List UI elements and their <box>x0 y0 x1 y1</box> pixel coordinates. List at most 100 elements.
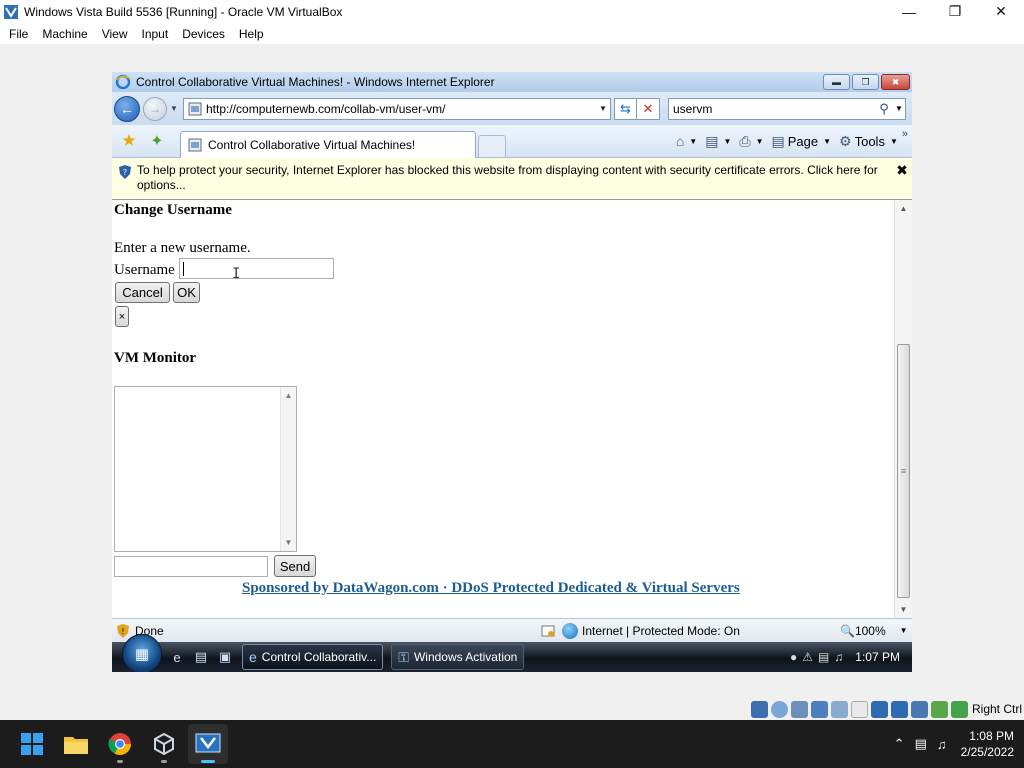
search-input[interactable]: uservm <box>669 102 875 116</box>
send-button[interactable]: Send <box>274 555 316 577</box>
guest-system-tray: ● ⚠ ▤ ♫ 1:07 PM <box>782 644 912 670</box>
ibeam-cursor-icon: I <box>232 266 241 282</box>
chevron-up-icon[interactable]: ⌃ <box>894 736 905 752</box>
scroll-up-icon[interactable]: ▲ <box>895 200 912 217</box>
cancel-button[interactable]: Cancel <box>115 282 170 303</box>
mouse-integration-icon[interactable] <box>930 700 948 718</box>
show-desktop-icon[interactable]: ▤ <box>192 648 210 666</box>
taskbar-button-activation[interactable]: ⚿ Windows Activation <box>391 644 525 670</box>
hard-disk-icon[interactable] <box>750 700 768 718</box>
keyboard-icon[interactable] <box>950 700 968 718</box>
tools-menu-button[interactable]: ⚙ Tools ▼ <box>839 133 898 150</box>
print-button[interactable]: ⎙ ▼ <box>739 133 763 150</box>
virtualization-icon[interactable] <box>910 700 928 718</box>
menu-help[interactable]: Help <box>232 27 271 41</box>
close-button[interactable]: ✕ <box>978 0 1024 23</box>
zoom-control[interactable]: 🔍 100% ▼ <box>840 624 908 638</box>
security-alert-icon[interactable]: ⚠ <box>802 650 813 664</box>
monitor-scrollbar[interactable]: ▲ ▼ <box>280 387 296 551</box>
restore-button[interactable]: ❐ <box>932 0 978 23</box>
audio-icon[interactable] <box>790 700 808 718</box>
chevron-right-icon[interactable]: » <box>902 128 908 140</box>
switch-windows-icon[interactable]: ▣ <box>216 648 234 666</box>
menu-input[interactable]: Input <box>135 27 176 41</box>
search-options-icon[interactable]: ▼ <box>893 104 905 113</box>
video-capture-icon[interactable] <box>890 700 908 718</box>
address-dropdown-icon[interactable]: ▼ <box>596 104 610 113</box>
optical-drive-icon[interactable] <box>770 700 788 718</box>
scroll-up-icon[interactable]: ▲ <box>281 387 296 404</box>
tab-current[interactable]: Control Collaborative Virtual Machines! <box>180 130 476 158</box>
ie-maximize-button[interactable]: ❐ <box>852 74 879 90</box>
svg-text:?: ? <box>123 168 127 177</box>
running-indicator <box>161 760 167 763</box>
display-icon[interactable] <box>870 700 888 718</box>
page-scrollbar[interactable]: ▲ ≡ ▼ <box>894 200 912 618</box>
host-window-title: Windows Vista Build 5536 [Running] - Ora… <box>24 4 343 19</box>
minimize-button[interactable]: — <box>886 0 932 23</box>
ok-button[interactable]: OK <box>173 282 200 303</box>
host-clock[interactable]: 1:08 PM 2/25/2022 <box>961 728 1014 760</box>
vm-monitor-textarea[interactable]: ▲ ▼ <box>114 386 297 552</box>
refresh-button[interactable]: ⇆ <box>614 97 637 120</box>
search-box[interactable]: uservm ⚲ ▼ <box>668 97 906 120</box>
host-system-tray: ⌃ ▤ ♫ 1:08 PM 2/25/2022 <box>884 728 1014 760</box>
chrome-icon <box>108 733 131 755</box>
forward-button[interactable]: → <box>143 96 167 121</box>
network-adapter-icon[interactable] <box>810 700 828 718</box>
virtualbox-vm-button[interactable] <box>188 724 228 764</box>
taskbar-button-ie[interactable]: e Control Collaborativ... <box>242 644 384 670</box>
home-button[interactable]: ⌂ ▼ <box>676 133 697 149</box>
virtualbox-manager-button[interactable] <box>144 724 184 764</box>
security-zone-text[interactable]: Internet | Protected Mode: On <box>582 624 840 638</box>
start-button[interactable] <box>12 724 52 764</box>
ie-close-button[interactable]: ✖ <box>881 74 910 90</box>
guest-screen[interactable]: Control Collaborative Virtual Machines! … <box>112 72 912 672</box>
address-input[interactable]: http://computernewb.com/collab-vm/user-v… <box>206 102 596 116</box>
menu-view[interactable]: View <box>95 27 135 41</box>
network-icon[interactable]: ▤ <box>818 650 829 664</box>
page-menu-button[interactable]: ▤ Page ▼ <box>772 133 832 150</box>
host-titlebar: Windows Vista Build 5536 [Running] - Ora… <box>0 0 1024 23</box>
favorites-center-icon[interactable]: ★ <box>118 131 140 151</box>
guest-clock[interactable]: 1:07 PM <box>855 650 900 664</box>
menu-devices[interactable]: Devices <box>175 27 232 41</box>
address-bar[interactable]: http://computernewb.com/collab-vm/user-v… <box>183 97 611 120</box>
host-key-label[interactable]: Right Ctrl <box>972 702 1022 716</box>
volume-icon[interactable]: ♫ <box>834 650 843 664</box>
scroll-thumb[interactable]: ≡ <box>897 344 910 598</box>
volume-icon[interactable]: ♫ <box>937 737 947 752</box>
sponsor-link[interactable]: Sponsored by DataWagon.com · DDoS Protec… <box>242 580 740 597</box>
add-favorites-icon[interactable]: ✦ <box>146 131 168 151</box>
feeds-button[interactable]: ▤ ▼ <box>705 133 731 150</box>
stop-button[interactable]: ✕ <box>637 97 660 120</box>
printer-icon: ⎙ <box>739 132 751 149</box>
menu-file[interactable]: File <box>2 27 35 41</box>
popup-blocker-icon[interactable] <box>540 623 556 639</box>
chat-input[interactable] <box>114 556 268 577</box>
ie-quicklaunch-icon[interactable]: e <box>168 648 186 666</box>
network-icon[interactable]: ▤ <box>915 736 927 752</box>
infobar-message[interactable]: To help protect your security, Internet … <box>137 158 892 199</box>
username-input[interactable] <box>179 258 334 279</box>
chrome-button[interactable] <box>100 724 140 764</box>
start-orb-icon[interactable]: ▦ <box>122 634 162 672</box>
shared-folders-icon[interactable] <box>850 700 868 718</box>
ie-navigation-bar: ← → ▼ http://computernewb.com/collab-vm/… <box>112 92 912 125</box>
usb-icon[interactable] <box>830 700 848 718</box>
status-text: Done <box>135 623 164 638</box>
tray-app-icon[interactable]: ● <box>790 650 797 664</box>
menu-machine[interactable]: Machine <box>35 27 94 41</box>
history-dropdown-icon[interactable]: ▼ <box>168 104 180 113</box>
infobar-close-icon[interactable]: ✖ <box>892 158 912 199</box>
scroll-down-icon[interactable]: ▼ <box>895 601 912 618</box>
file-explorer-button[interactable] <box>56 724 96 764</box>
back-button[interactable]: ← <box>114 95 140 122</box>
close-dialog-button[interactable]: × <box>115 306 129 327</box>
new-tab-button[interactable] <box>478 135 506 157</box>
zoom-icon: 🔍 <box>840 623 855 638</box>
ie-minimize-button[interactable]: ▬ <box>823 74 850 90</box>
scroll-down-icon[interactable]: ▼ <box>281 534 296 551</box>
security-information-bar[interactable]: ? To help protect your security, Interne… <box>112 158 912 200</box>
search-icon[interactable]: ⚲ <box>875 101 893 117</box>
